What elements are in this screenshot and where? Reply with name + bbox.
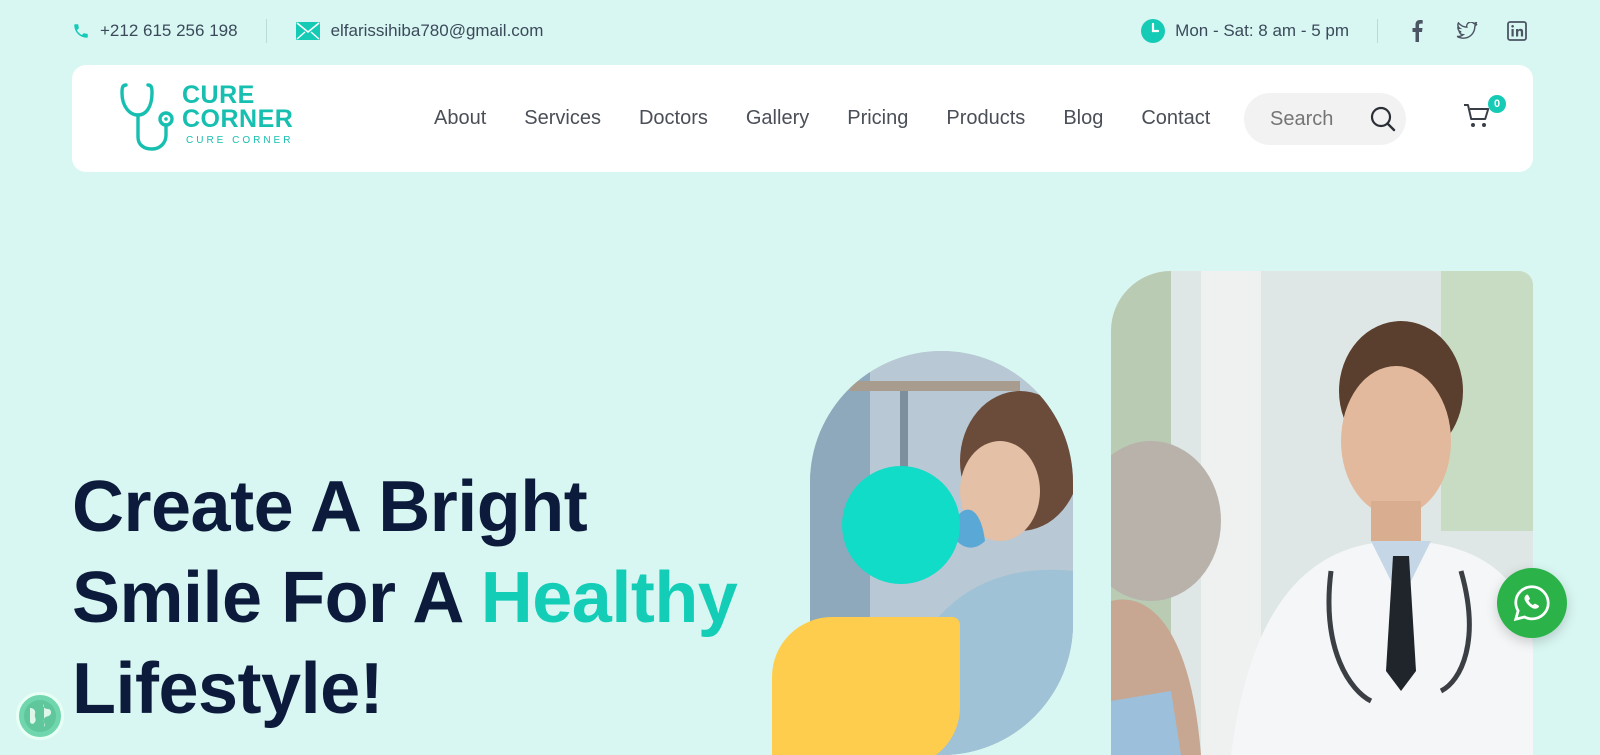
linkedin-icon[interactable] <box>1506 21 1528 41</box>
facebook-icon[interactable] <box>1406 20 1428 42</box>
globe-icon <box>24 700 56 732</box>
nav-gallery[interactable]: Gallery <box>746 107 809 130</box>
email-address: elfarissihiba780@gmail.com <box>330 21 544 40</box>
nav-contact[interactable]: Contact <box>1141 107 1210 130</box>
topbar-divider <box>1377 19 1378 43</box>
main-nav: About Services Doctors Gallery Pricing P… <box>434 65 1210 172</box>
nav-pricing[interactable]: Pricing <box>847 107 908 130</box>
phone-number: +212 615 256 198 <box>100 21 238 40</box>
hero-line-3: Lifestyle! <box>72 649 384 729</box>
hero-heading: Create A Bright Smile For A Healthy Life… <box>72 462 792 735</box>
search-box <box>1244 93 1406 145</box>
social-links <box>1406 20 1528 42</box>
hero-line-1: Create A Bright <box>72 467 588 547</box>
decorative-circle <box>842 466 960 584</box>
hero-image-doctor <box>1111 271 1533 755</box>
whatsapp-icon <box>1513 585 1550 622</box>
whatsapp-button[interactable] <box>1497 568 1567 638</box>
site-logo[interactable]: CURE CORNER CURE CORNER <box>120 81 310 153</box>
nav-blog[interactable]: Blog <box>1063 107 1103 130</box>
top-bar: +212 615 256 198 elfarissihiba780@gmail.… <box>72 10 1528 52</box>
search-input[interactable] <box>1270 107 1360 131</box>
twitter-icon[interactable] <box>1456 22 1478 40</box>
language-globe-button[interactable] <box>16 692 64 740</box>
clock-icon <box>1141 19 1166 43</box>
email-contact[interactable]: elfarissihiba780@gmail.com <box>295 21 544 41</box>
main-header: CURE CORNER CURE CORNER About Services D… <box>72 65 1533 172</box>
cart-button[interactable]: 0 <box>1462 95 1506 137</box>
opening-hours: Mon - Sat: 8 am - 5 pm <box>1141 19 1349 43</box>
mail-icon <box>295 21 321 41</box>
search-icon[interactable] <box>1370 106 1396 132</box>
nav-services[interactable]: Services <box>524 107 601 130</box>
cart-count-badge: 0 <box>1488 95 1506 113</box>
decorative-leaf-shape <box>772 617 960 755</box>
logo-wordmark: CURE CORNER <box>182 81 294 133</box>
nav-doctors[interactable]: Doctors <box>639 107 708 130</box>
logo-tagline: CURE CORNER <box>186 135 294 146</box>
phone-contact[interactable]: +212 615 256 198 <box>72 21 238 41</box>
nav-about[interactable]: About <box>434 107 486 130</box>
phone-icon <box>72 22 90 40</box>
nav-products[interactable]: Products <box>946 107 1025 130</box>
stethoscope-icon <box>120 83 174 151</box>
hero-highlight: Healthy <box>480 558 738 638</box>
hero-line-2: Smile For A <box>72 558 481 638</box>
hours-text: Mon - Sat: 8 am - 5 pm <box>1175 21 1349 40</box>
topbar-divider <box>265 19 267 43</box>
